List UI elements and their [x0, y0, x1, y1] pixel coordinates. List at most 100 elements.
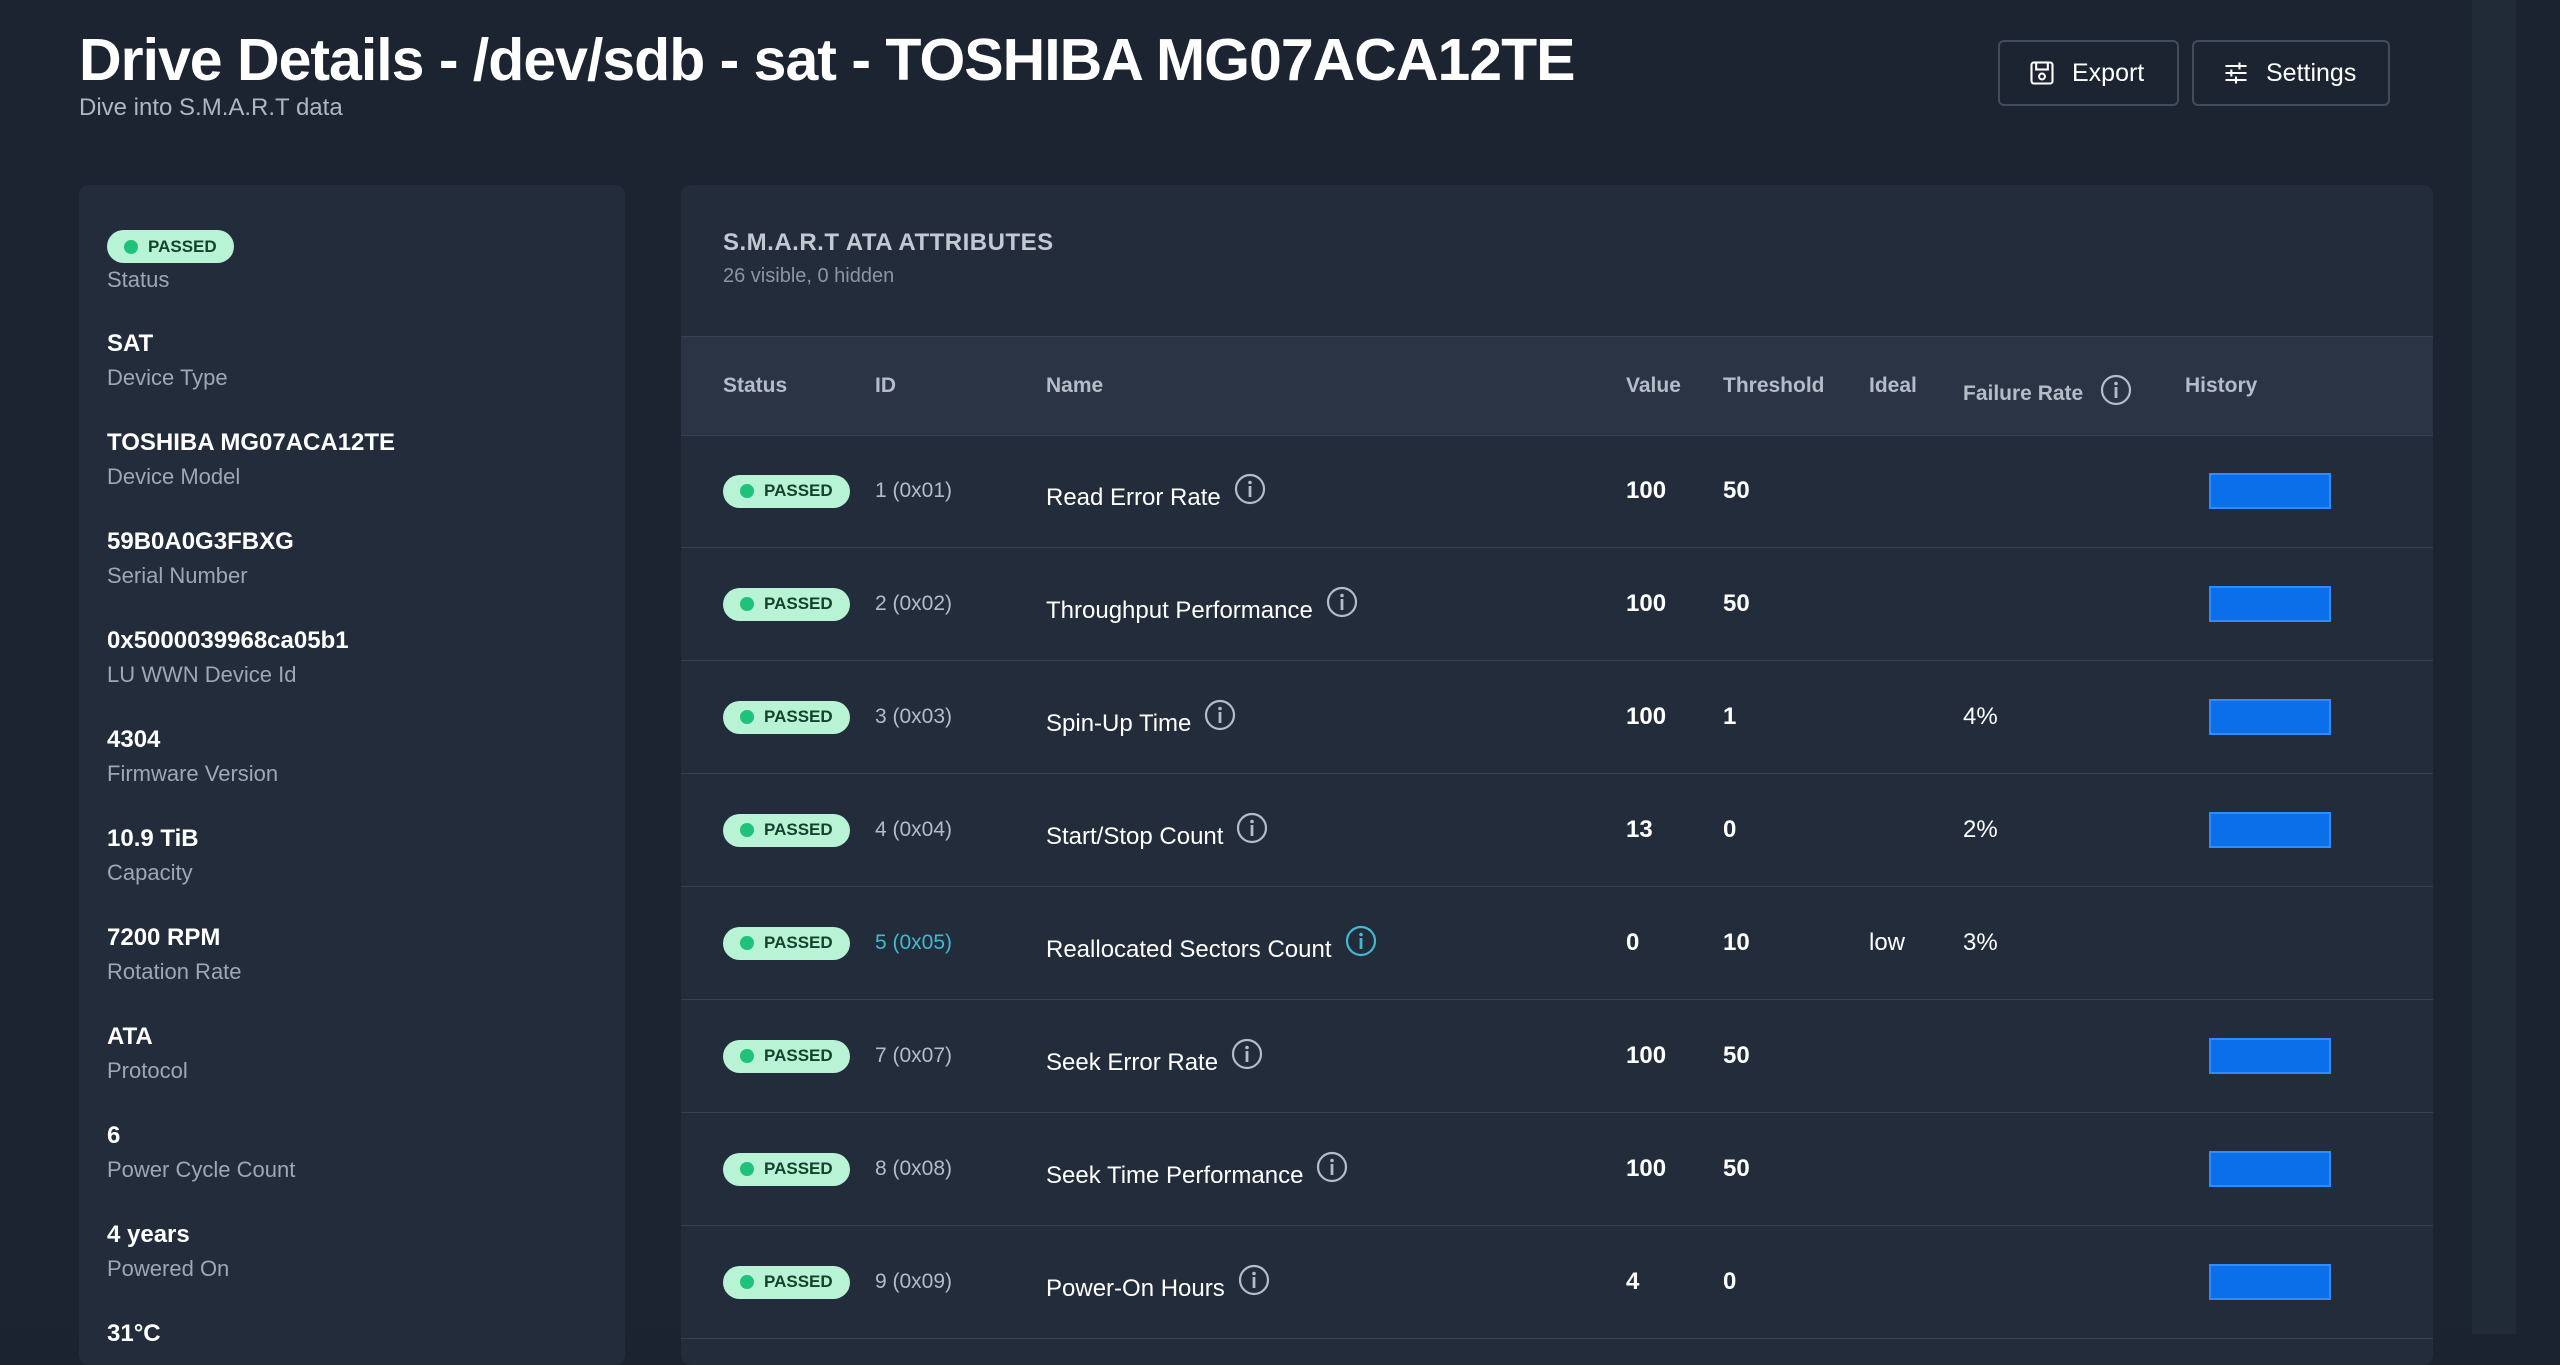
info-circle-icon[interactable] — [1203, 698, 1237, 732]
column-name[interactable]: Name — [1046, 337, 1103, 435]
info-value: SAT — [107, 330, 154, 357]
table-row[interactable]: PASSED 7 (0x07) Seek Error Rate 100 50 — [681, 1000, 2433, 1113]
history-bar[interactable] — [2209, 1151, 2331, 1187]
info-rotation-rate: 7200 RPM Rotation Rate — [107, 923, 242, 987]
history-bar[interactable] — [2209, 1038, 2331, 1074]
attribute-name: Seek Error Rate — [1046, 1049, 1219, 1076]
row-value: 100 — [1626, 1155, 1667, 1182]
row-name: Seek Time Performance — [1046, 1113, 1349, 1225]
info-label: Device Model — [107, 464, 241, 489]
status-badge-text: PASSED — [764, 820, 833, 839]
column-value[interactable]: Value — [1626, 337, 1681, 435]
history-bar[interactable] — [2209, 586, 2331, 622]
info-serial-number: 59B0A0G3FBXG Serial Number — [107, 527, 294, 591]
table-row[interactable]: PASSED 9 (0x09) Power-On Hours 4 0 — [681, 1226, 2433, 1339]
row-id: 9 (0x09) — [875, 1270, 953, 1293]
status-dot-icon — [124, 239, 138, 254]
row-threshold: 0 — [1723, 816, 1737, 843]
row-name: Seek Error Rate — [1046, 1000, 1264, 1112]
row-status: PASSED — [723, 1226, 850, 1338]
info-label: Rotation Rate — [107, 959, 242, 984]
history-bar[interactable] — [2209, 812, 2331, 848]
column-ideal[interactable]: Ideal — [1869, 337, 1917, 435]
status-badge: PASSED — [723, 1039, 850, 1073]
status-badge: PASSED — [107, 230, 234, 263]
status-dot-icon — [740, 1275, 754, 1289]
info-circle-icon[interactable] — [1230, 1037, 1264, 1071]
table-row[interactable]: PASSED 5 (0x05) Reallocated Sectors Count 0… — [681, 887, 2433, 1000]
table-row[interactable]: PASSED 4 (0x04) Start/Stop Count 13 0 2% — [681, 774, 2433, 887]
export-button[interactable]: Export — [1998, 40, 2179, 106]
attributes-panel: S.M.A.R.T ATA ATTRIBUTES 26 visible, 0 h… — [681, 185, 2433, 1365]
info-temperature: 31°C — [107, 1319, 161, 1349]
info-circle-icon[interactable] — [1237, 1263, 1271, 1297]
history-bar[interactable] — [2209, 1264, 2331, 1300]
table-header: Status ID Name Value Threshold Ideal Fai… — [681, 336, 2433, 436]
info-circle-icon[interactable] — [2099, 373, 2133, 407]
info-value: 4304 — [107, 726, 161, 753]
status-dot-icon — [740, 823, 754, 837]
settings-button[interactable]: Settings — [2192, 40, 2390, 106]
table-row[interactable]: PASSED 2 (0x02) Throughput Performance 100 5… — [681, 548, 2433, 661]
row-threshold: 50 — [1723, 1042, 1750, 1069]
info-label: Device Type — [107, 365, 228, 390]
row-id: 7 (0x07) — [875, 1044, 953, 1067]
status-badge-text: PASSED — [764, 933, 833, 952]
row-threshold: 50 — [1723, 477, 1750, 504]
row-id[interactable]: 5 (0x05) — [875, 887, 952, 999]
info-value: 0x5000039968ca05b1 — [107, 627, 349, 654]
status-badge: PASSED — [723, 1265, 850, 1299]
save-icon — [2030, 61, 2054, 85]
info-firmware: 4304 Firmware Version — [107, 725, 278, 789]
table-row[interactable]: PASSED 8 (0x08) Seek Time Performance 100 50 — [681, 1113, 2433, 1226]
info-circle-icon[interactable] — [1235, 811, 1269, 845]
info-value: 31°C — [107, 1320, 161, 1347]
scrollbar[interactable] — [2472, 0, 2516, 1334]
status-dot-icon — [740, 710, 754, 724]
table-row[interactable]: PASSED 1 (0x01) Read Error Rate 100 50 — [681, 435, 2433, 548]
attribute-name: Reallocated Sectors Count — [1046, 936, 1332, 963]
page: Drive Details - /dev/sdb - sat - TOSHIBA… — [0, 0, 2516, 1365]
row-threshold: 0 — [1723, 1268, 1737, 1295]
table-title: S.M.A.R.T ATA ATTRIBUTES — [723, 229, 1054, 256]
status-dot-icon — [740, 597, 754, 611]
toolbar: Export Settings — [1998, 40, 2390, 106]
row-name: Throughput Performance — [1046, 548, 1359, 660]
device-info-panel: PASSED Status SAT Device Type TOSHIBA MG… — [79, 185, 625, 1365]
column-id[interactable]: ID — [875, 337, 896, 435]
info-value: 4 years — [107, 1221, 190, 1248]
row-failure-rate: 3% — [1963, 929, 1998, 956]
attribute-name: Throughput Performance — [1046, 597, 1313, 624]
status-badge: PASSED — [723, 813, 850, 847]
info-value: 10.9 TiB — [107, 825, 199, 852]
row-value: 0 — [1626, 929, 1640, 956]
info-circle-icon[interactable] — [1325, 585, 1359, 619]
row-threshold: 10 — [1723, 929, 1750, 956]
table-row[interactable]: PASSED 3 (0x03) Spin-Up Time 100 1 4% — [681, 661, 2433, 774]
column-failure-rate[interactable]: Failure Rate — [1963, 345, 2133, 443]
column-threshold[interactable]: Threshold — [1723, 337, 1825, 435]
sliders-icon — [2225, 62, 2247, 84]
row-failure-rate: 2% — [1963, 816, 1998, 843]
status-badge-text: PASSED — [764, 1272, 833, 1291]
attribute-name: Power-On Hours — [1046, 1275, 1225, 1302]
info-circle-icon[interactable] — [1344, 924, 1378, 958]
history-bar[interactable] — [2209, 473, 2331, 509]
info-value: ATA — [107, 1023, 153, 1050]
attribute-name: Spin-Up Time — [1046, 710, 1192, 737]
row-status: PASSED — [723, 1000, 850, 1112]
row-name: Spin-Up Time — [1046, 661, 1237, 773]
attribute-name: Read Error Rate — [1046, 484, 1221, 511]
info-value: 59B0A0G3FBXG — [107, 528, 294, 555]
row-value: 100 — [1626, 1042, 1667, 1069]
column-history[interactable]: History — [2185, 337, 2257, 435]
info-label: Firmware Version — [107, 761, 279, 786]
column-status[interactable]: Status — [723, 337, 787, 435]
row-status: PASSED — [723, 661, 850, 773]
info-circle-icon[interactable] — [1233, 472, 1267, 506]
status-badge: PASSED — [723, 587, 850, 621]
history-bar[interactable] — [2209, 699, 2331, 735]
info-circle-icon[interactable] — [1315, 1150, 1349, 1184]
status-badge-text: PASSED — [764, 707, 833, 726]
attribute-name: Start/Stop Count — [1046, 823, 1224, 850]
